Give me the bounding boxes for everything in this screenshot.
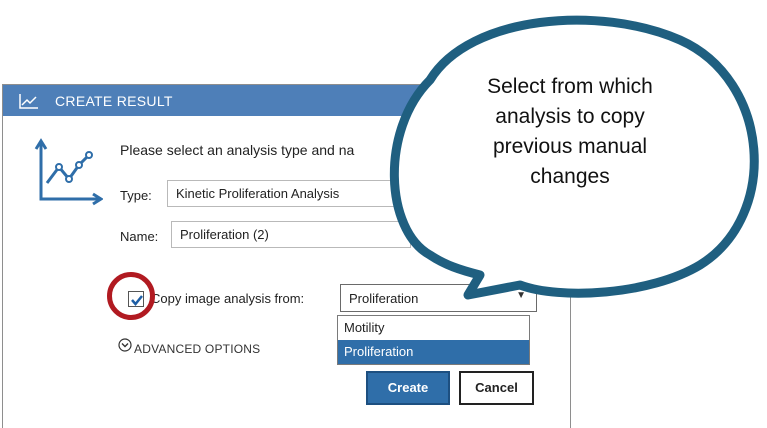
callout-line: changes (530, 165, 610, 188)
callout-bubble (389, 15, 759, 300)
callout-line: previous manual (492, 135, 648, 158)
checkbox-highlight-ring (107, 272, 155, 320)
callout-line: Select from which (487, 75, 653, 98)
callout-line: analysis to copy (495, 105, 645, 128)
callout-text: Select from which analysis to copy previ… (455, 72, 685, 192)
